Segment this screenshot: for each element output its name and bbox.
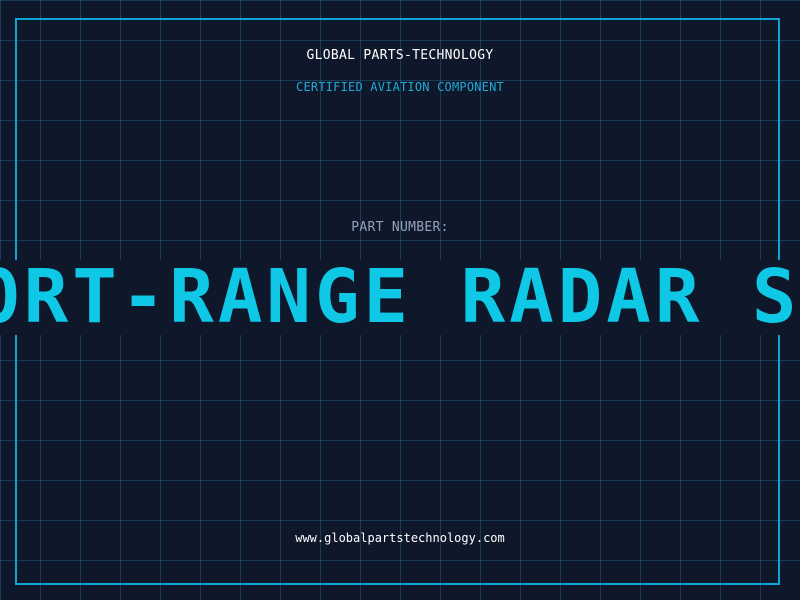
company-title: GLOBAL PARTS-TECHNOLOGY (306, 48, 494, 63)
certification-subtitle: CERTIFIED AVIATION COMPONENT (296, 80, 504, 94)
part-name-text: SHORT-RANGE RADAR SYSTEM (0, 260, 800, 335)
part-name-banner: SHORT-RANGE RADAR SYSTEM (0, 260, 800, 335)
part-number-label: PART NUMBER: (351, 220, 449, 235)
website-url: www.globalpartstechnology.com (295, 531, 505, 545)
